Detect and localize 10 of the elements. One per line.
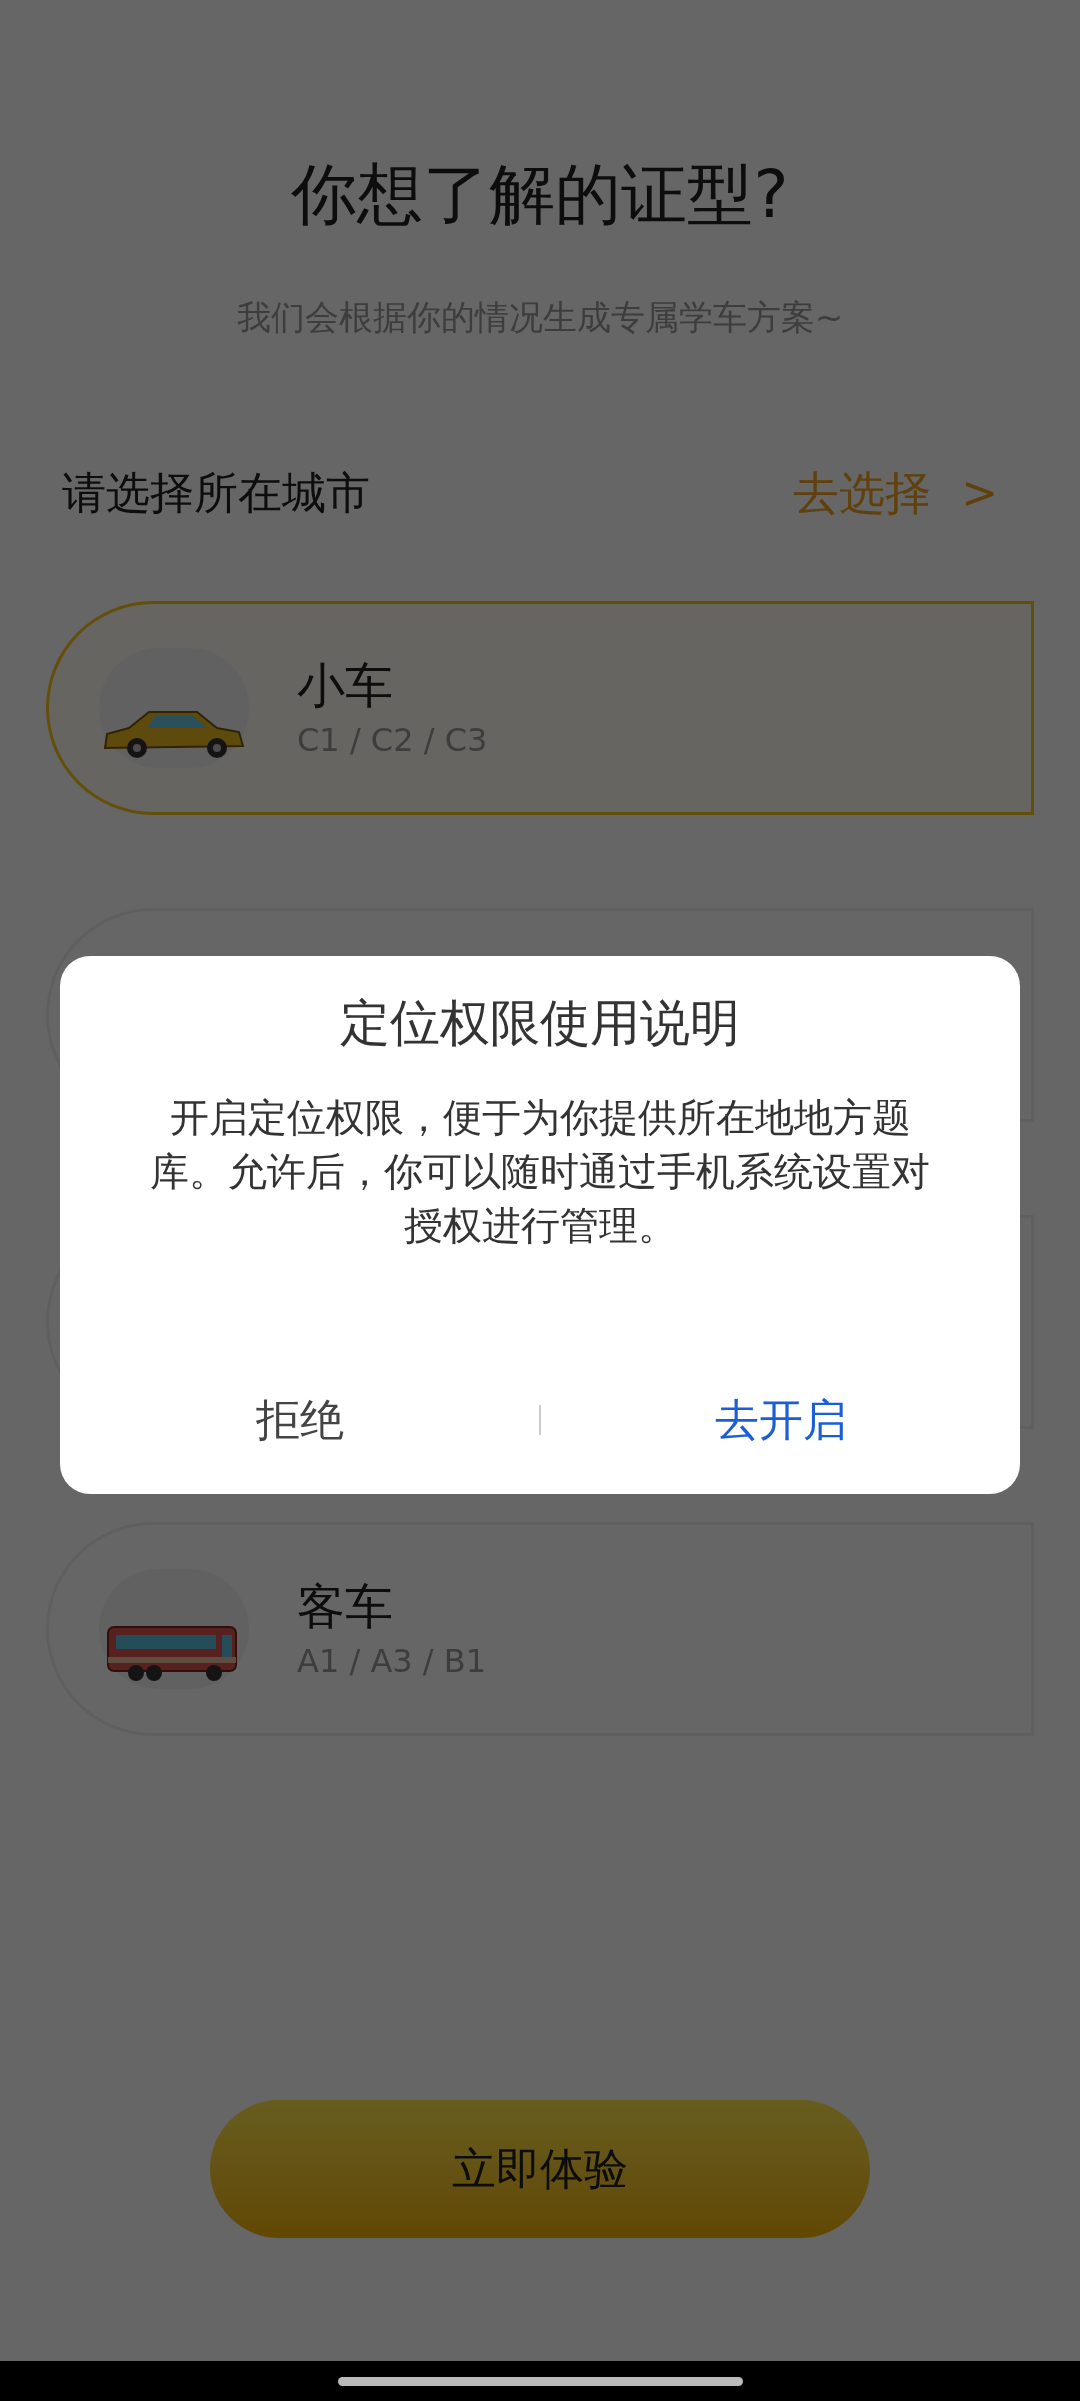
card-title: 客车 (297, 1577, 394, 1636)
page-title: 你想了解的证型? (291, 155, 789, 235)
card-title: 小车 (297, 656, 394, 715)
city-label: 请选择所在城市 (62, 466, 370, 520)
dialog-title: 定位权限使用说明 (340, 993, 740, 1053)
dialog-message: 开启定位权限，便于为你提供所在地地方题库。允许后，你可以随时通过手机系统设置对授权进行管理。 (149, 1094, 931, 1250)
deny-button[interactable]: 拒绝 (60, 1380, 539, 1460)
allow-button[interactable]: 去开启 (541, 1380, 1020, 1460)
home-indicator[interactable] (337, 2376, 743, 2386)
start-button[interactable]: 立即体验 (210, 2100, 870, 2238)
